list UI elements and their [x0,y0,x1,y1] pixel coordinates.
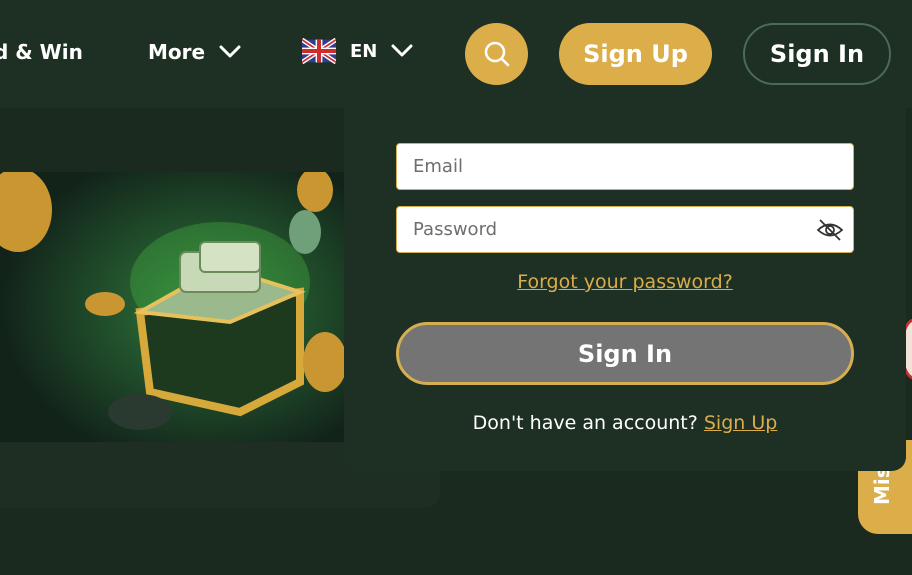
password-field[interactable] [413,219,793,240]
header-sign-in-button[interactable]: Sign In [743,23,891,85]
nav-item-more[interactable]: More [148,40,241,64]
nav-item-win[interactable]: d & Win [0,40,83,64]
search-icon [484,41,509,67]
uk-flag-icon [302,38,336,64]
eye-off-icon[interactable] [816,217,844,243]
side-tab-label: Mis [870,466,894,505]
search-button[interactable] [465,23,528,85]
language-code: EN [350,40,378,62]
sign-up-link[interactable]: Sign Up [704,412,777,434]
header-sign-up-button[interactable]: Sign Up [559,23,712,85]
treasure-chest-image [0,172,344,442]
sign-in-submit-button[interactable]: Sign In [396,322,854,385]
nav-item-label: d & Win [0,40,83,64]
password-field-wrapper [396,206,854,253]
chevron-down-icon [219,45,241,58]
forgot-password-link[interactable]: Forgot your password? [396,271,854,293]
no-account-line: Don't have an account? Sign Up [396,412,854,434]
email-field[interactable] [413,156,793,177]
language-selector[interactable]: EN [302,38,413,64]
nav-item-label: More [148,40,206,64]
chevron-down-icon [391,44,413,57]
no-account-text: Don't have an account? [472,412,698,434]
email-field-wrapper [396,143,854,190]
